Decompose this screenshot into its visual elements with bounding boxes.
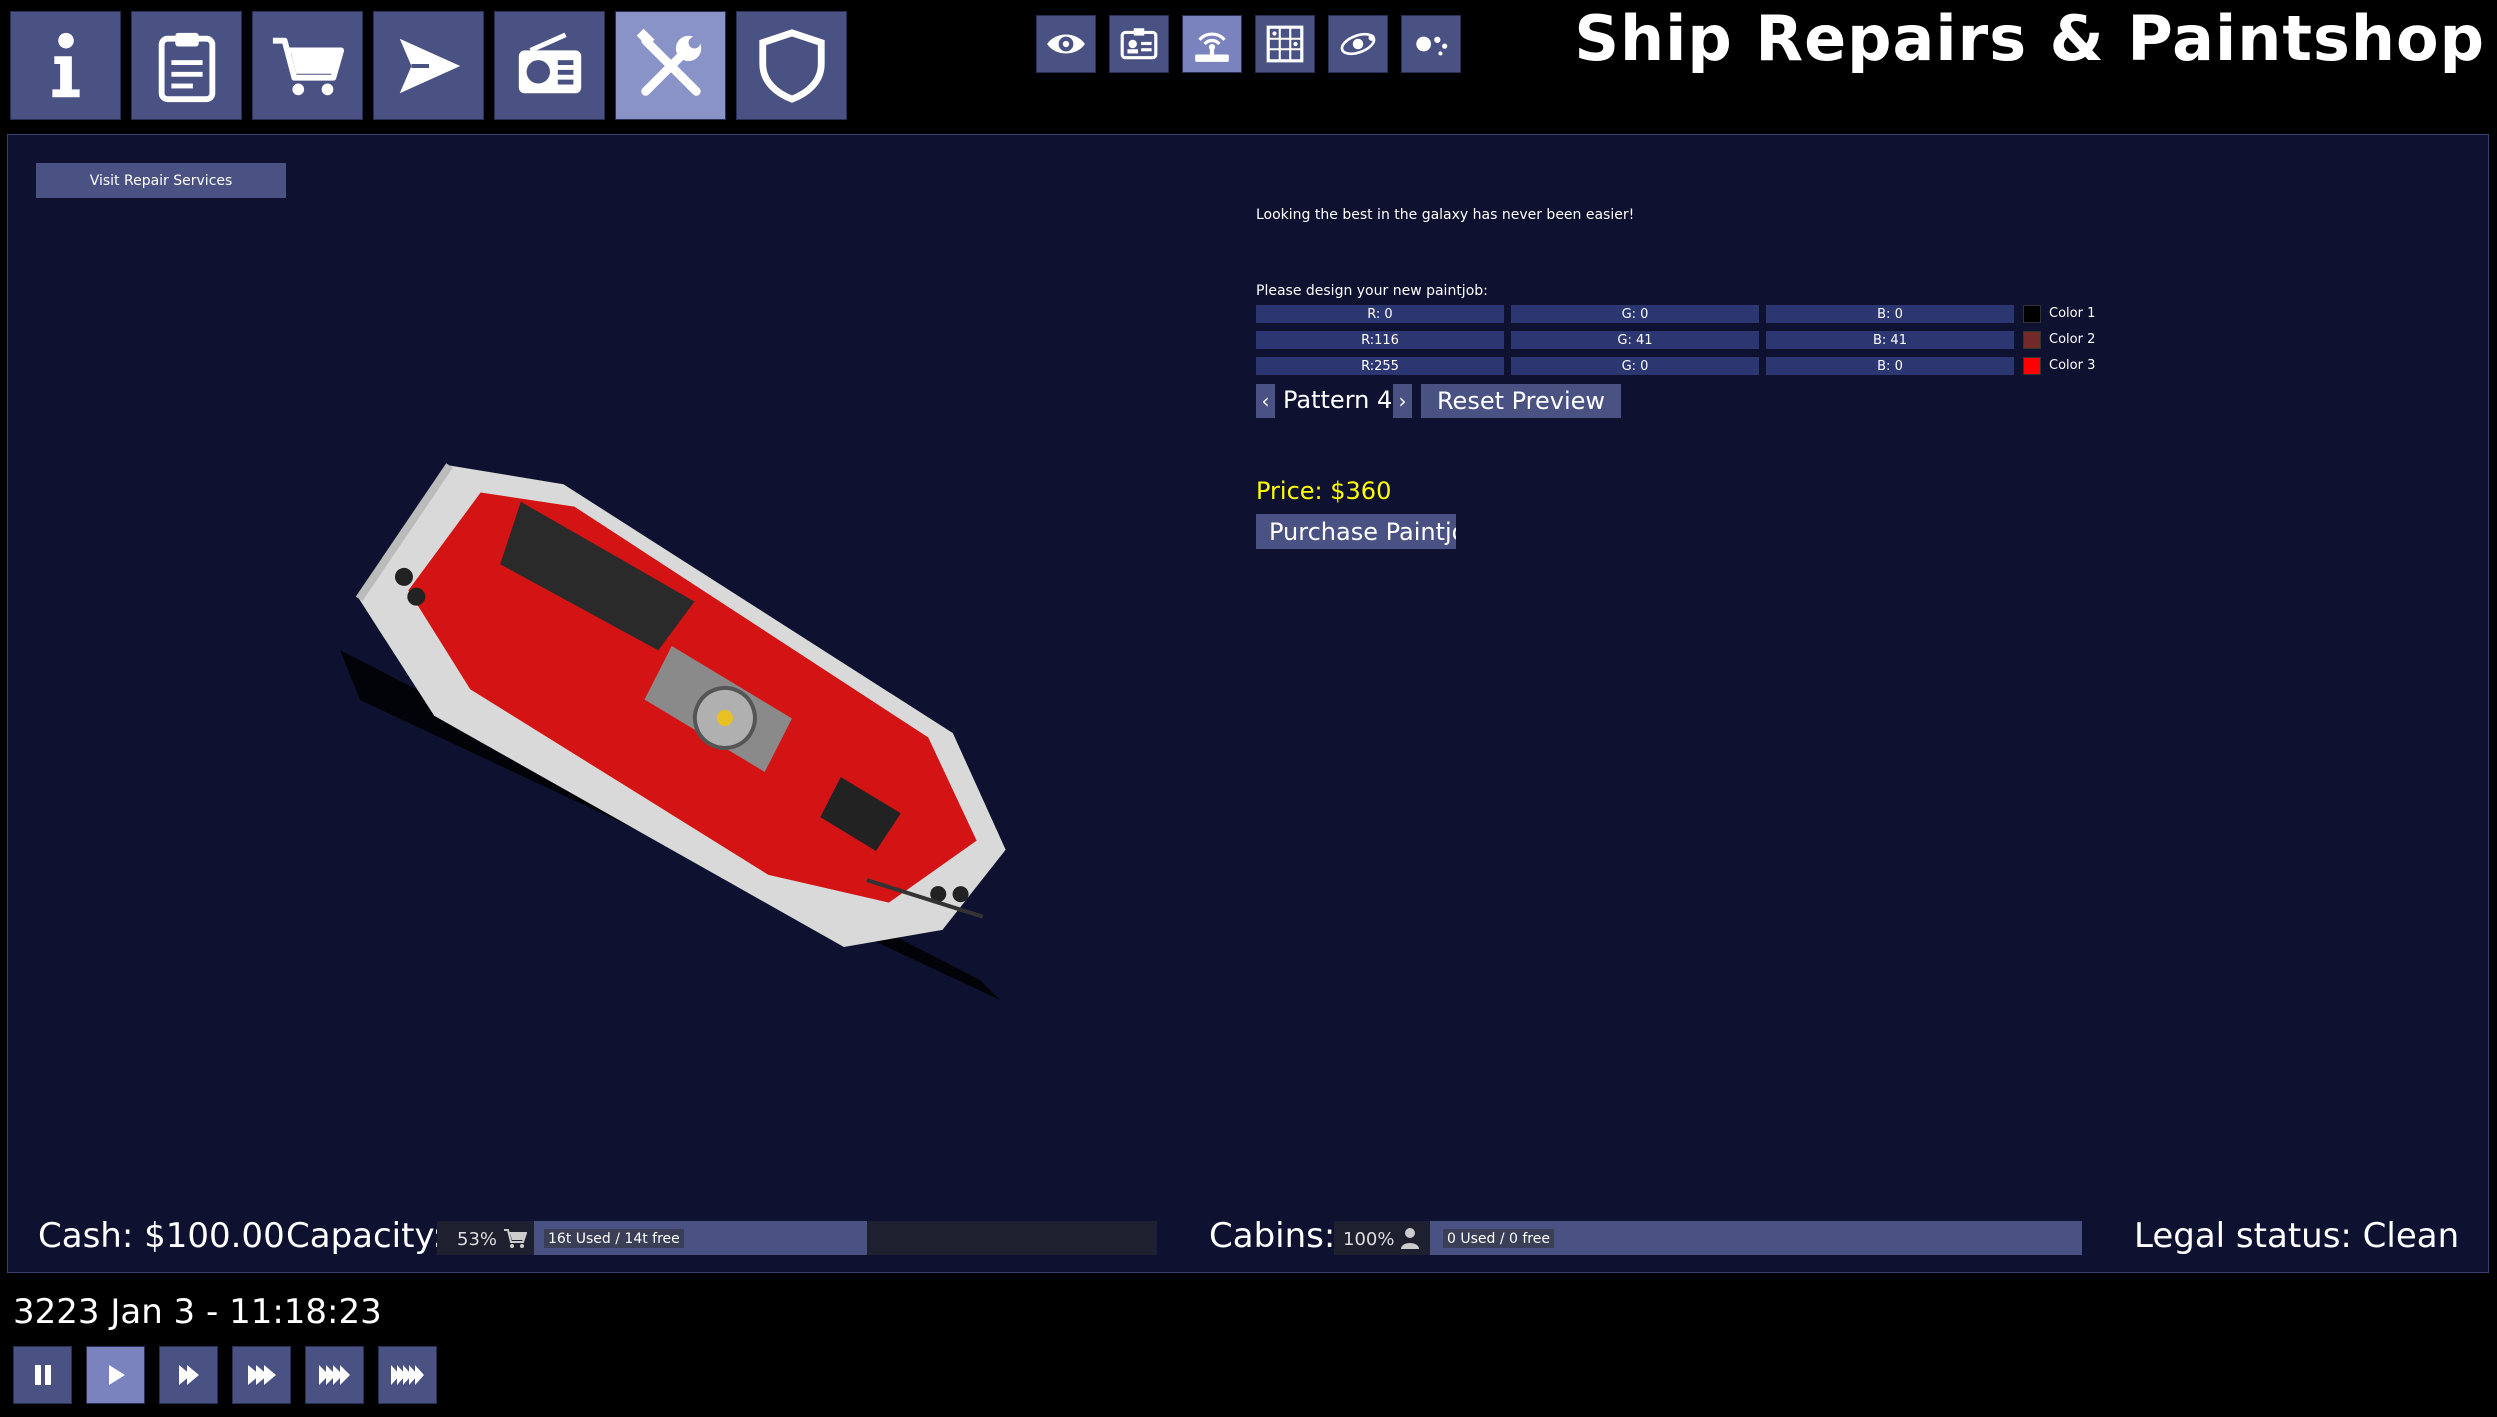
cabins-chip: 0 Used / 0 free	[1443, 1229, 1554, 1248]
color1-swatch	[2023, 305, 2041, 323]
speed-4-button[interactable]	[305, 1346, 364, 1404]
speed-5-button[interactable]	[378, 1346, 437, 1404]
nav-bulletin-button[interactable]	[494, 11, 605, 120]
page-title: Ship Repairs & Paintshop	[1574, 2, 2485, 75]
cabins-label: Cabins:	[1209, 1216, 1336, 1256]
color2-blue-input[interactable]: B: 41	[1766, 331, 2014, 349]
nav-market-button[interactable]	[252, 11, 363, 120]
pattern-next-button[interactable]: ›	[1393, 384, 1412, 418]
paintshop-tagline: Looking the best in the galaxy has never…	[1256, 207, 1635, 223]
color1-red-input[interactable]: R: 0	[1256, 305, 1504, 323]
nav-repairs-button[interactable]	[615, 11, 726, 120]
grid-icon	[1266, 25, 1304, 63]
info-icon	[51, 32, 80, 97]
capacity-bar: 53% 16t Used / 14t free	[437, 1221, 1157, 1255]
cash-display: Cash: $100.00	[38, 1216, 285, 1256]
antenna-icon	[1195, 32, 1229, 62]
fast-forward-4-icon	[318, 1365, 350, 1385]
cabins-bar: 100% 0 Used / 0 free	[1334, 1221, 2082, 1255]
orbit-icon	[1340, 32, 1376, 56]
clipboard-icon	[158, 32, 215, 102]
reset-preview-button[interactable]: Reset Preview	[1421, 384, 1621, 418]
tools-icon	[636, 28, 701, 96]
view-external-button[interactable]	[1036, 15, 1096, 73]
speed-3-button[interactable]	[232, 1346, 291, 1404]
legal-status: Legal status: Clean	[2134, 1216, 2460, 1256]
nav-police-button[interactable]	[736, 11, 847, 120]
cabins-percent: 100%	[1343, 1229, 1395, 1250]
color3-label: Color 3	[2049, 358, 2096, 373]
color1-label: Color 1	[2049, 306, 2096, 321]
pattern-label: Pattern 4	[1283, 386, 1393, 414]
ship-preview[interactable]	[300, 460, 1120, 1020]
cart-icon	[272, 37, 344, 95]
color3-red-input[interactable]: R:255	[1256, 357, 1504, 375]
view-info-button[interactable]	[1109, 15, 1169, 73]
eye-icon	[1047, 34, 1085, 54]
capacity-chip: 16t Used / 14t free	[544, 1229, 684, 1248]
person-icon	[1401, 1228, 1419, 1249]
visit-repair-services-button[interactable]: Visit Repair Services	[36, 163, 286, 198]
color3-swatch	[2023, 357, 2041, 375]
color2-red-input[interactable]: R:116	[1256, 331, 1504, 349]
color1-blue-input[interactable]: B: 0	[1766, 305, 2014, 323]
view-galaxy-button[interactable]	[1401, 15, 1461, 73]
ship-icon	[399, 38, 460, 93]
id-card-icon	[1120, 28, 1158, 60]
color3-blue-input[interactable]: B: 0	[1766, 357, 2014, 375]
nav-info-button[interactable]	[10, 11, 121, 120]
purchase-paintjob-button[interactable]: Purchase Paintjob	[1256, 514, 1456, 549]
shield-icon	[758, 28, 825, 103]
nav-missions-button[interactable]	[131, 11, 242, 120]
fast-forward-5-icon	[390, 1365, 424, 1385]
game-datetime: 3223 Jan 3 - 11:18:23	[13, 1292, 382, 1332]
play-icon	[108, 1365, 125, 1385]
color2-swatch	[2023, 331, 2041, 349]
pause-button[interactable]	[13, 1346, 72, 1404]
nav-shipyard-button[interactable]	[373, 11, 484, 120]
pattern-prev-button[interactable]: ‹	[1256, 384, 1275, 418]
capacity-label: Capacity:	[286, 1216, 444, 1256]
color2-green-input[interactable]: G: 41	[1511, 331, 1759, 349]
color2-label: Color 2	[2049, 332, 2096, 347]
capacity-percent: 53%	[457, 1229, 498, 1250]
pause-icon	[34, 1365, 51, 1385]
view-sector-button[interactable]	[1255, 15, 1315, 73]
paintjob-prompt: Please design your new paintjob:	[1256, 283, 1488, 299]
view-comms-button[interactable]	[1182, 15, 1242, 73]
paintjob-price: Price: $360	[1256, 477, 1392, 505]
speed-2-button[interactable]	[159, 1346, 218, 1404]
radio-icon	[518, 32, 581, 93]
cart-icon	[504, 1229, 527, 1248]
fast-forward-2-icon	[178, 1365, 199, 1385]
fast-forward-3-icon	[247, 1365, 276, 1385]
system-icon	[1416, 36, 1448, 56]
color1-green-input[interactable]: G: 0	[1511, 305, 1759, 323]
play-button[interactable]	[86, 1346, 145, 1404]
color3-green-input[interactable]: G: 0	[1511, 357, 1759, 375]
view-system-button[interactable]	[1328, 15, 1388, 73]
